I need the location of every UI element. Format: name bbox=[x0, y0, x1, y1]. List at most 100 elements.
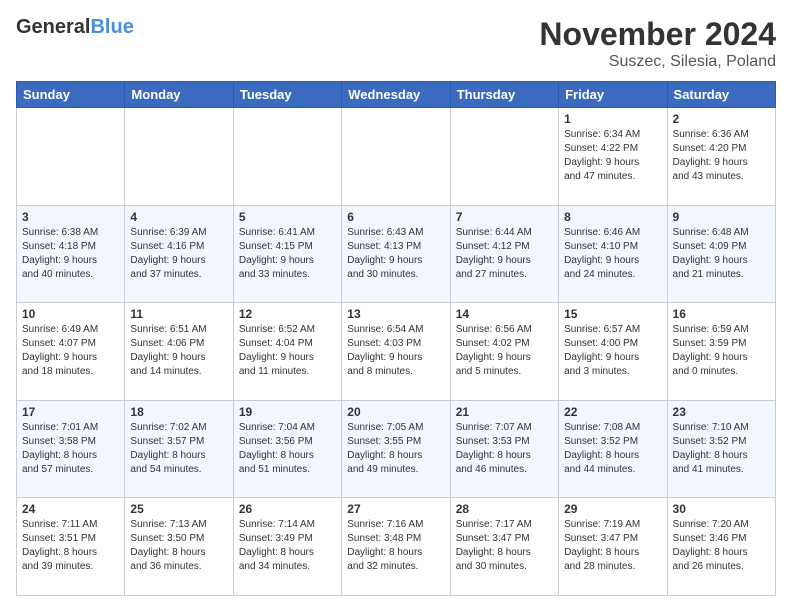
day-cell-0-3 bbox=[342, 108, 450, 206]
day-info-21: Sunrise: 7:07 AM Sunset: 3:53 PM Dayligh… bbox=[456, 421, 553, 477]
day-number-28: 28 bbox=[456, 502, 553, 516]
day-cell-4-6: 30 Sunrise: 7:20 AM Sunset: 3:46 PM Dayli… bbox=[667, 498, 775, 596]
header-friday: Friday bbox=[559, 82, 667, 108]
day-cell-2-5: 15 Sunrise: 6:57 AM Sunset: 4:00 PM Dayli… bbox=[559, 303, 667, 401]
day-info-25: Sunrise: 7:13 AM Sunset: 3:50 PM Dayligh… bbox=[130, 518, 227, 574]
day-number-15: 15 bbox=[564, 307, 661, 321]
day-cell-0-0 bbox=[17, 108, 125, 206]
day-info-18: Sunrise: 7:02 AM Sunset: 3:57 PM Dayligh… bbox=[130, 421, 227, 477]
day-cell-2-4: 14 Sunrise: 6:56 AM Sunset: 4:02 PM Dayli… bbox=[450, 303, 558, 401]
day-info-4: Sunrise: 6:39 AM Sunset: 4:16 PM Dayligh… bbox=[130, 226, 227, 282]
week-row-3: 17Sunrise: 7:01 AM Sunset: 3:58 PM Dayli… bbox=[17, 400, 776, 498]
day-info-23: Sunrise: 7:10 AM Sunset: 3:52 PM Dayligh… bbox=[673, 421, 770, 477]
day-cell-2-2: 12 Sunrise: 6:52 AM Sunset: 4:04 PM Dayli… bbox=[233, 303, 341, 401]
calendar-table: Sunday Monday Tuesday Wednesday Thursday… bbox=[16, 81, 776, 596]
day-cell-4-3: 27 Sunrise: 7:16 AM Sunset: 3:48 PM Dayli… bbox=[342, 498, 450, 596]
day-number-8: 8 bbox=[564, 210, 661, 224]
day-number-24: 24 bbox=[22, 502, 119, 516]
week-row-4: 24 Sunrise: 7:11 AM Sunset: 3:51 PM Dayli… bbox=[17, 498, 776, 596]
day-info-6: Sunrise: 6:43 AM Sunset: 4:13 PM Dayligh… bbox=[347, 226, 444, 282]
day-number-29: 29 bbox=[564, 502, 661, 516]
day-info-12: Sunrise: 6:52 AM Sunset: 4:04 PM Dayligh… bbox=[239, 323, 336, 379]
header-tuesday: Tuesday bbox=[233, 82, 341, 108]
day-number-22: 22 bbox=[564, 405, 661, 419]
day-number-11: 11 bbox=[130, 307, 227, 321]
day-cell-4-0: 24 Sunrise: 7:11 AM Sunset: 3:51 PM Dayli… bbox=[17, 498, 125, 596]
day-number-1: 1 bbox=[564, 112, 661, 126]
day-number-23: 23 bbox=[673, 405, 770, 419]
logo-text-block: GeneralBlue bbox=[16, 16, 134, 38]
day-info-7: Sunrise: 6:44 AM Sunset: 4:12 PM Dayligh… bbox=[456, 226, 553, 282]
day-cell-1-0: 3 Sunrise: 6:38 AM Sunset: 4:18 PM Daylig… bbox=[17, 205, 125, 303]
day-info-5: Sunrise: 6:41 AM Sunset: 4:15 PM Dayligh… bbox=[239, 226, 336, 282]
day-info-2: Sunrise: 6:36 AM Sunset: 4:20 PM Dayligh… bbox=[673, 128, 770, 184]
day-info-17: Sunrise: 7:01 AM Sunset: 3:58 PM Dayligh… bbox=[22, 421, 119, 477]
header-sunday: Sunday bbox=[17, 82, 125, 108]
day-info-9: Sunrise: 6:48 AM Sunset: 4:09 PM Dayligh… bbox=[673, 226, 770, 282]
day-number-30: 30 bbox=[673, 502, 770, 516]
day-info-1: Sunrise: 6:34 AM Sunset: 4:22 PM Dayligh… bbox=[564, 128, 661, 184]
day-cell-0-6: 2 Sunrise: 6:36 AM Sunset: 4:20 PM Daylig… bbox=[667, 108, 775, 206]
location-title: Suszec, Silesia, Poland bbox=[539, 53, 776, 71]
day-cell-1-4: 7Sunrise: 6:44 AM Sunset: 4:12 PM Daylig… bbox=[450, 205, 558, 303]
day-number-27: 27 bbox=[347, 502, 444, 516]
day-number-18: 18 bbox=[130, 405, 227, 419]
day-info-15: Sunrise: 6:57 AM Sunset: 4:00 PM Dayligh… bbox=[564, 323, 661, 379]
day-cell-1-6: 9 Sunrise: 6:48 AM Sunset: 4:09 PM Daylig… bbox=[667, 205, 775, 303]
week-row-2: 10 Sunrise: 6:49 AM Sunset: 4:07 PM Dayli… bbox=[17, 303, 776, 401]
day-cell-2-3: 13Sunrise: 6:54 AM Sunset: 4:03 PM Dayli… bbox=[342, 303, 450, 401]
day-info-14: Sunrise: 6:56 AM Sunset: 4:02 PM Dayligh… bbox=[456, 323, 553, 379]
day-number-3: 3 bbox=[22, 210, 119, 224]
day-info-30: Sunrise: 7:20 AM Sunset: 3:46 PM Dayligh… bbox=[673, 518, 770, 574]
header-thursday: Thursday bbox=[450, 82, 558, 108]
day-cell-1-3: 6 Sunrise: 6:43 AM Sunset: 4:13 PM Daylig… bbox=[342, 205, 450, 303]
logo: GeneralBlue bbox=[16, 16, 134, 38]
day-number-26: 26 bbox=[239, 502, 336, 516]
day-info-19: Sunrise: 7:04 AM Sunset: 3:56 PM Dayligh… bbox=[239, 421, 336, 477]
day-cell-4-4: 28 Sunrise: 7:17 AM Sunset: 3:47 PM Dayli… bbox=[450, 498, 558, 596]
logo-name: GeneralBlue bbox=[16, 16, 134, 38]
day-info-29: Sunrise: 7:19 AM Sunset: 3:47 PM Dayligh… bbox=[564, 518, 661, 574]
title-block: November 2024 Suszec, Silesia, Poland bbox=[539, 16, 776, 71]
day-info-27: Sunrise: 7:16 AM Sunset: 3:48 PM Dayligh… bbox=[347, 518, 444, 574]
day-cell-0-4 bbox=[450, 108, 558, 206]
day-cell-1-5: 8Sunrise: 6:46 AM Sunset: 4:10 PM Daylig… bbox=[559, 205, 667, 303]
day-number-2: 2 bbox=[673, 112, 770, 126]
day-number-9: 9 bbox=[673, 210, 770, 224]
day-number-21: 21 bbox=[456, 405, 553, 419]
day-info-16: Sunrise: 6:59 AM Sunset: 3:59 PM Dayligh… bbox=[673, 323, 770, 379]
day-cell-3-4: 21 Sunrise: 7:07 AM Sunset: 3:53 PM Dayli… bbox=[450, 400, 558, 498]
day-number-10: 10 bbox=[22, 307, 119, 321]
header: GeneralBlue November 2024 Suszec, Silesi… bbox=[16, 16, 776, 71]
page: GeneralBlue November 2024 Suszec, Silesi… bbox=[0, 0, 792, 612]
day-info-10: Sunrise: 6:49 AM Sunset: 4:07 PM Dayligh… bbox=[22, 323, 119, 379]
day-number-6: 6 bbox=[347, 210, 444, 224]
day-info-11: Sunrise: 6:51 AM Sunset: 4:06 PM Dayligh… bbox=[130, 323, 227, 379]
day-cell-4-1: 25 Sunrise: 7:13 AM Sunset: 3:50 PM Dayli… bbox=[125, 498, 233, 596]
day-cell-2-0: 10 Sunrise: 6:49 AM Sunset: 4:07 PM Dayli… bbox=[17, 303, 125, 401]
day-number-20: 20 bbox=[347, 405, 444, 419]
calendar-header-row: Sunday Monday Tuesday Wednesday Thursday… bbox=[17, 82, 776, 108]
day-number-13: 13 bbox=[347, 307, 444, 321]
header-saturday: Saturday bbox=[667, 82, 775, 108]
week-row-1: 3 Sunrise: 6:38 AM Sunset: 4:18 PM Daylig… bbox=[17, 205, 776, 303]
day-number-4: 4 bbox=[130, 210, 227, 224]
day-cell-3-5: 22 Sunrise: 7:08 AM Sunset: 3:52 PM Dayli… bbox=[559, 400, 667, 498]
day-cell-3-2: 19Sunrise: 7:04 AM Sunset: 3:56 PM Dayli… bbox=[233, 400, 341, 498]
day-cell-1-1: 4 Sunrise: 6:39 AM Sunset: 4:16 PM Daylig… bbox=[125, 205, 233, 303]
day-number-12: 12 bbox=[239, 307, 336, 321]
day-cell-3-3: 20Sunrise: 7:05 AM Sunset: 3:55 PM Dayli… bbox=[342, 400, 450, 498]
day-cell-2-1: 11 Sunrise: 6:51 AM Sunset: 4:06 PM Dayli… bbox=[125, 303, 233, 401]
day-cell-0-1 bbox=[125, 108, 233, 206]
day-info-24: Sunrise: 7:11 AM Sunset: 3:51 PM Dayligh… bbox=[22, 518, 119, 574]
day-info-26: Sunrise: 7:14 AM Sunset: 3:49 PM Dayligh… bbox=[239, 518, 336, 574]
day-info-28: Sunrise: 7:17 AM Sunset: 3:47 PM Dayligh… bbox=[456, 518, 553, 574]
day-info-22: Sunrise: 7:08 AM Sunset: 3:52 PM Dayligh… bbox=[564, 421, 661, 477]
day-number-5: 5 bbox=[239, 210, 336, 224]
day-info-3: Sunrise: 6:38 AM Sunset: 4:18 PM Dayligh… bbox=[22, 226, 119, 282]
day-cell-3-1: 18 Sunrise: 7:02 AM Sunset: 3:57 PM Dayli… bbox=[125, 400, 233, 498]
day-number-14: 14 bbox=[456, 307, 553, 321]
day-cell-0-5: 1 Sunrise: 6:34 AM Sunset: 4:22 PM Daylig… bbox=[559, 108, 667, 206]
week-row-0: 1 Sunrise: 6:34 AM Sunset: 4:22 PM Daylig… bbox=[17, 108, 776, 206]
day-number-25: 25 bbox=[130, 502, 227, 516]
